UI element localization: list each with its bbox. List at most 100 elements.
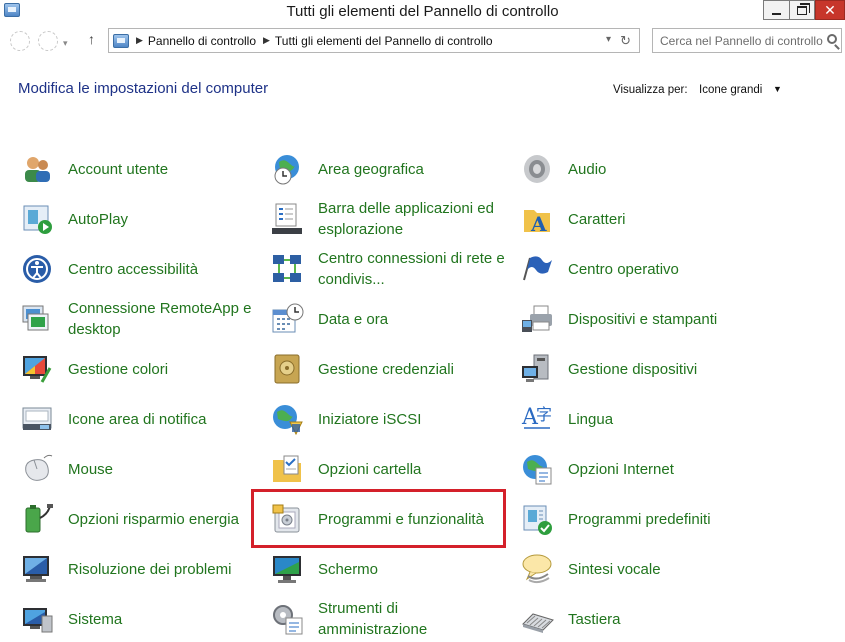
- control-panel-item[interactable]: Iniziatore iSCSI: [269, 394, 508, 444]
- control-panel-item[interactable]: Strumenti di amministrazione: [269, 594, 508, 642]
- taskbar-icon: [269, 201, 305, 237]
- control-panel-item[interactable]: Opzioni cartella: [269, 444, 508, 494]
- control-panel-item-label[interactable]: Opzioni risparmio energia: [68, 509, 258, 530]
- up-button[interactable]: ↑: [88, 31, 95, 47]
- control-panel-item-label[interactable]: Tastiera: [568, 609, 758, 630]
- control-panel-item-label[interactable]: Gestione dispositivi: [568, 359, 758, 380]
- control-panel-item[interactable]: Data e ora: [269, 294, 508, 344]
- control-panel-item-label[interactable]: Iniziatore iSCSI: [318, 409, 508, 430]
- notification-area-icon: [19, 401, 55, 437]
- color-management-icon: [19, 351, 55, 387]
- control-panel-item-label[interactable]: Strumenti di amministrazione: [318, 598, 508, 640]
- minimize-button[interactable]: [763, 0, 789, 20]
- remoteapp-icon: [19, 301, 55, 337]
- control-panel-icon: [113, 33, 129, 48]
- control-panel-item-label[interactable]: Caratteri: [568, 209, 758, 230]
- window-title: Tutti gli elementi del Pannello di contr…: [286, 3, 559, 20]
- control-panel-item[interactable]: Schermo: [269, 544, 508, 594]
- close-button[interactable]: ✕: [815, 0, 845, 20]
- control-panel-item-label[interactable]: Gestione colori: [68, 359, 258, 380]
- control-panel-item-label[interactable]: Risoluzione dei problemi: [68, 559, 258, 580]
- control-panel-item[interactable]: Gestione credenziali: [269, 344, 508, 394]
- keyboard-icon: [519, 601, 555, 637]
- address-dropdown-icon[interactable]: ▾: [606, 34, 611, 45]
- control-panel-item[interactable]: A Caratteri: [519, 194, 758, 244]
- control-panel-item[interactable]: Centro operativo: [519, 244, 758, 294]
- control-panel-item-label[interactable]: Opzioni cartella: [318, 459, 508, 480]
- device-manager-icon: [519, 351, 555, 387]
- control-panel-item[interactable]: Dispositivi e stampanti: [519, 294, 758, 344]
- control-panel-item-label[interactable]: Area geografica: [318, 159, 508, 180]
- breadcrumb-control-panel[interactable]: Pannello di controllo: [148, 34, 256, 48]
- control-panel-item[interactable]: Audio: [519, 144, 758, 194]
- control-panel-item-label[interactable]: Gestione credenziali: [318, 359, 508, 380]
- control-panel-item[interactable]: Account utente: [19, 144, 258, 194]
- title-bar: Tutti gli elementi del Pannello di contr…: [0, 0, 845, 23]
- view-by-dropdown[interactable]: Icone grandi: [699, 84, 762, 96]
- control-panel-item-label[interactable]: Barra delle applicazioni ed esplorazione: [318, 198, 508, 240]
- search-input[interactable]: [653, 29, 823, 52]
- control-panel-item-label[interactable]: Connessione RemoteApp e desktop: [68, 298, 258, 340]
- control-panel-item-label[interactable]: AutoPlay: [68, 209, 258, 230]
- control-panel-item-label[interactable]: Sintesi vocale: [568, 559, 758, 580]
- control-panel-item[interactable]: Sintesi vocale: [519, 544, 758, 594]
- control-panel-item-label[interactable]: Dispositivi e stampanti: [568, 309, 758, 330]
- view-by-label: Visualizza per:: [613, 84, 688, 96]
- control-panel-item-label[interactable]: Centro connessioni di rete e condivis...: [318, 248, 508, 290]
- printer-icon: [519, 301, 555, 337]
- control-panel-item-label[interactable]: Lingua: [568, 409, 758, 430]
- control-panel-item[interactable]: Icone area di notifica: [19, 394, 258, 444]
- control-panel-item-label[interactable]: Data e ora: [318, 309, 508, 330]
- control-panel-item-label[interactable]: Programmi e funzionalità: [318, 509, 508, 530]
- admin-tools-icon: [269, 601, 305, 637]
- search-box[interactable]: [652, 28, 842, 53]
- breadcrumb-all-items[interactable]: Tutti gli elementi del Pannello di contr…: [275, 34, 493, 48]
- control-panel-item-label[interactable]: Sistema: [68, 609, 258, 630]
- control-panel-item[interactable]: Centro connessioni di rete e condivis...: [269, 244, 508, 294]
- control-panel-item[interactable]: Centro accessibilità: [19, 244, 258, 294]
- address-bar[interactable]: ▶ Pannello di controllo ▶ Tutti gli elem…: [108, 28, 640, 53]
- control-panel-item-label[interactable]: Centro accessibilità: [68, 259, 258, 280]
- control-panel-item-label[interactable]: Centro operativo: [568, 259, 758, 280]
- control-panel-item-label[interactable]: Audio: [568, 159, 758, 180]
- control-panel-item[interactable]: AutoPlay: [19, 194, 258, 244]
- control-panel-item[interactable]: Programmi e funzionalità: [269, 494, 508, 544]
- control-panel-item-label[interactable]: Mouse: [68, 459, 258, 480]
- control-panel-item[interactable]: Connessione RemoteApp e desktop: [19, 294, 258, 344]
- svg-text:A: A: [530, 212, 547, 236]
- credential-vault-icon: [269, 351, 305, 387]
- control-panel-item[interactable]: Opzioni Internet: [519, 444, 758, 494]
- control-panel-item[interactable]: Sistema: [19, 594, 258, 642]
- control-panel-item[interactable]: Mouse: [19, 444, 258, 494]
- globe-clock-icon: [269, 151, 305, 187]
- page-title: Modifica le impostazioni del computer: [18, 80, 269, 97]
- autoplay-icon: [19, 201, 55, 237]
- power-options-icon: [19, 501, 55, 537]
- control-panel-item-label[interactable]: Icone area di notifica: [68, 409, 258, 430]
- control-panel-item[interactable]: Risoluzione dei problemi: [19, 544, 258, 594]
- breadcrumb-separator-icon[interactable]: ▶: [136, 35, 143, 46]
- mouse-icon: [19, 451, 55, 487]
- forward-button[interactable]: [38, 31, 58, 51]
- maximize-button[interactable]: [789, 0, 815, 20]
- control-panel-item[interactable]: Tastiera: [519, 594, 758, 642]
- back-button[interactable]: [10, 31, 30, 51]
- control-panel-item-label[interactable]: Opzioni Internet: [568, 459, 758, 480]
- recent-locations-dropdown[interactable]: ▾: [63, 38, 68, 49]
- control-panel-item[interactable]: Area geografica: [269, 144, 508, 194]
- control-panel-item[interactable]: Programmi predefiniti: [519, 494, 758, 544]
- refresh-icon[interactable]: ↻: [620, 33, 631, 49]
- control-panel-item[interactable]: Opzioni risparmio energia: [19, 494, 258, 544]
- control-panel-item-label[interactable]: Programmi predefiniti: [568, 509, 758, 530]
- breadcrumb-separator-icon[interactable]: ▶: [263, 35, 270, 46]
- control-panel-item[interactable]: Gestione colori: [19, 344, 258, 394]
- control-panel-item-label[interactable]: Schermo: [318, 559, 508, 580]
- view-by-dropdown-arrow-icon[interactable]: ▼: [773, 84, 782, 94]
- control-panel-item[interactable]: Barra delle applicazioni ed esplorazione: [269, 194, 508, 244]
- control-panel-item[interactable]: A 字 Lingua: [519, 394, 758, 444]
- accessibility-icon: [19, 251, 55, 287]
- control-panel-item-label[interactable]: Account utente: [68, 159, 258, 180]
- search-icon[interactable]: [827, 34, 837, 44]
- control-panel-item[interactable]: Gestione dispositivi: [519, 344, 758, 394]
- calendar-clock-icon: [269, 301, 305, 337]
